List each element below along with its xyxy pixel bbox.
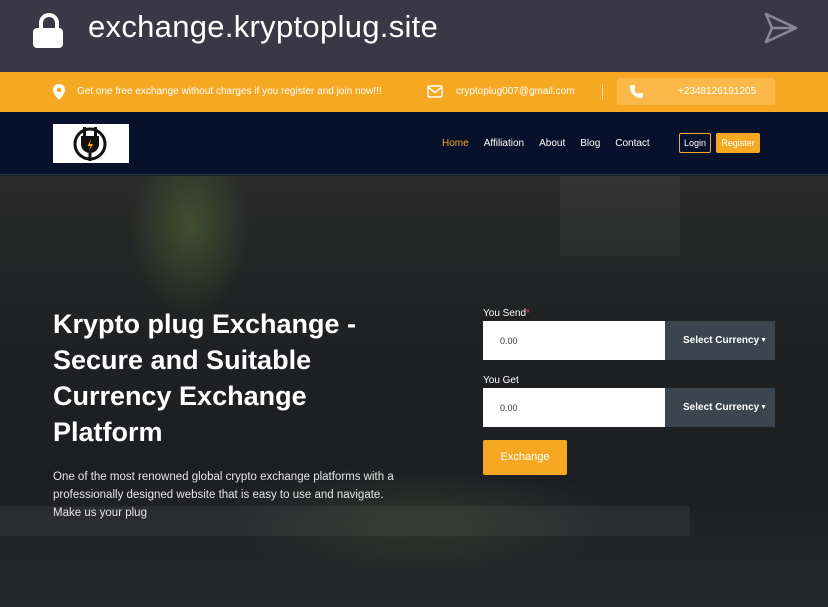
get-currency-select[interactable]: Select Currency ▼ [665,388,775,427]
promo-text: Get one free exchange without charges if… [77,86,382,97]
nav-item-about[interactable]: About [539,138,565,149]
phone-number: +2348126191205 [678,86,757,97]
send-currency-select[interactable]: Select Currency ▼ [665,321,775,360]
site-logo[interactable] [53,124,129,163]
caret-down-icon: ▼ [760,337,767,344]
send-label-text: You Send [483,308,527,319]
contact-email[interactable]: cryptoplug007@gmail.com [456,86,575,97]
plug-logo-icon [73,127,107,161]
nav-item-home[interactable]: Home [442,138,469,149]
nav-item-affiliation[interactable]: Affiliation [484,138,524,149]
hero-description: One of the most renowned global crypto e… [53,471,394,519]
phone-box[interactable]: +2348126191205 [617,78,775,105]
divider [602,84,603,100]
top-info-bar: Get one free exchange without charges if… [0,72,828,112]
get-currency-value: Select Currency [683,402,760,413]
exchange-button[interactable]: Exchange [483,440,567,475]
phone-icon [630,85,643,98]
url-text[interactable]: exchange.kryptoplug.site [88,9,438,45]
send-label: You Send* [483,308,530,319]
nav-menu: Home Affiliation About Blog Contact [442,138,665,149]
nav-item-blog[interactable]: Blog [580,138,600,149]
browser-url-bar: exchange.kryptoplug.site [0,0,828,72]
register-button[interactable]: Register [716,133,760,153]
get-amount-input[interactable] [483,388,665,427]
get-label: You Get [483,375,519,386]
location-pin-icon [53,84,65,100]
send-icon[interactable] [764,12,798,44]
hero-section: Krypto plug Exchange - Secure and Suitab… [0,176,828,607]
background-blur [560,176,680,256]
required-mark: * [526,308,530,319]
send-currency-value: Select Currency [683,335,760,346]
login-button[interactable]: Login [679,133,711,153]
envelope-icon [427,85,443,98]
caret-down-icon: ▼ [760,404,767,411]
nav-item-contact[interactable]: Contact [615,138,649,149]
send-amount-input[interactable] [483,321,665,360]
hero-title: Krypto plug Exchange - Secure and Suitab… [53,309,357,447]
lock-icon [33,13,65,49]
